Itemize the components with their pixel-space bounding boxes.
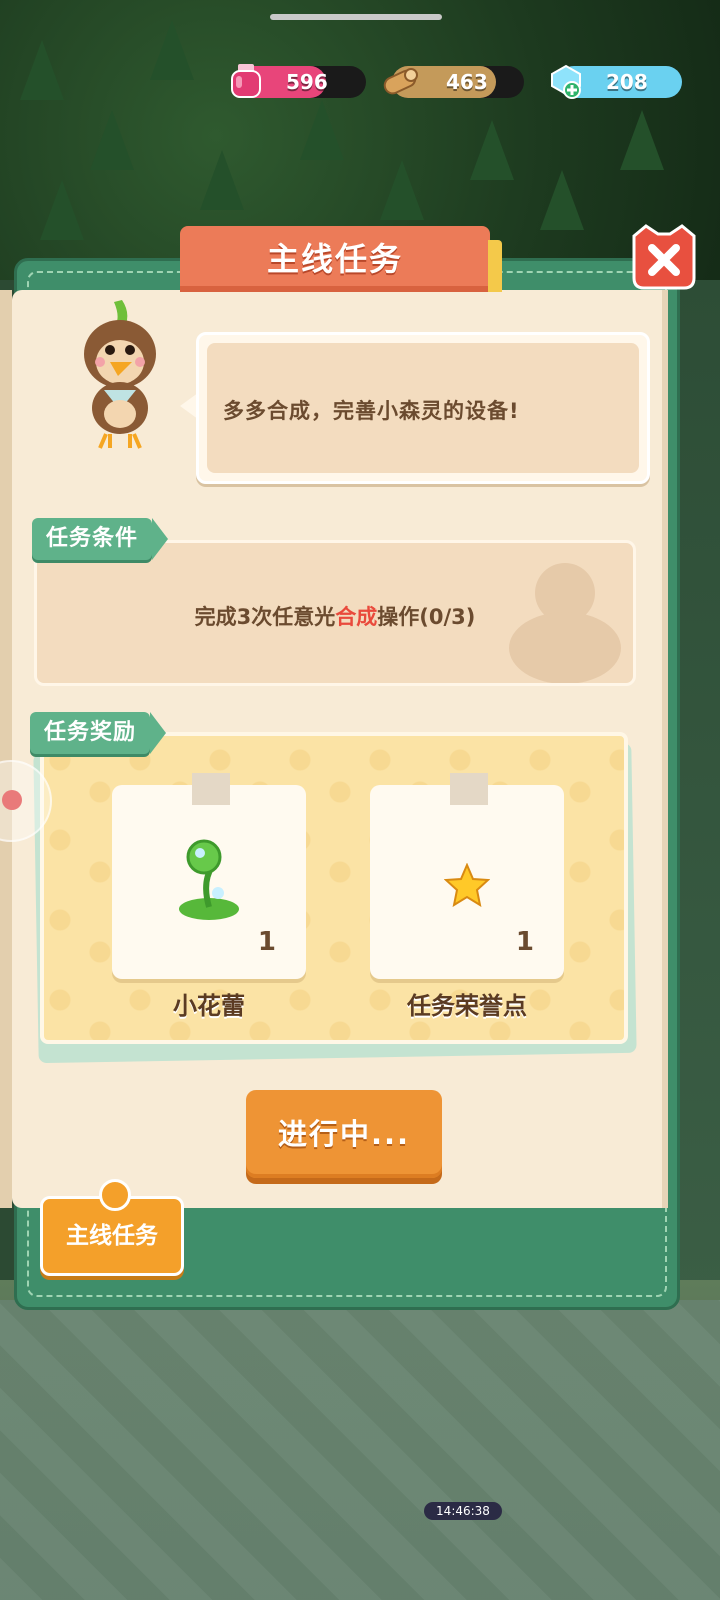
condition-box: 完成3次任意光合成操作(0/3) xyxy=(34,540,636,686)
close-button[interactable] xyxy=(628,222,700,294)
dialog-title: 主线任务 xyxy=(266,240,403,278)
bird-mascot-icon xyxy=(84,300,156,449)
reward-count: 1 xyxy=(515,927,534,957)
resource-potion[interactable]: 596 xyxy=(231,64,366,98)
speech-bubble: 多多合成，完善小森灵的设备! xyxy=(196,332,650,484)
plaza-area xyxy=(0,1300,720,1600)
potion-count: 596 xyxy=(286,70,328,94)
main-quest-tab[interactable]: 主线任务 xyxy=(40,1179,184,1276)
dialog-title-tab: 主线任务 xyxy=(180,226,502,292)
reward-card-flower-bud[interactable]: 1 xyxy=(112,773,306,979)
reward-card-honor-points[interactable]: 1 xyxy=(370,773,564,979)
resource-gem[interactable]: 208 xyxy=(551,64,682,99)
reward-name: 任务荣誉点 xyxy=(407,992,527,1020)
star-icon xyxy=(444,863,490,907)
gem-count: 208 xyxy=(606,70,648,94)
pink-potion-icon xyxy=(231,64,261,98)
condition-label: 任务条件 xyxy=(32,518,169,560)
wood-count: 463 xyxy=(446,70,488,94)
speech-text: 多多合成，完善小森灵的设备! xyxy=(223,399,520,423)
flower-bud-icon xyxy=(179,839,239,920)
reward-count: 1 xyxy=(257,927,276,957)
reward-name: 小花蕾 xyxy=(173,992,245,1020)
in-progress-button[interactable]: 进行中... xyxy=(246,1090,442,1178)
resource-wood[interactable]: 463 xyxy=(383,66,524,98)
condition-text: 完成3次任意光合成操作(0/3) xyxy=(194,605,476,629)
drag-handle[interactable] xyxy=(270,14,442,20)
timer-badge: 14:46:38 xyxy=(424,1502,502,1520)
condition-highlight: 合成 xyxy=(335,605,378,629)
book-spine xyxy=(0,290,12,1208)
wood-log-icon xyxy=(383,68,418,95)
reward-label: 任务奖励 xyxy=(30,712,167,754)
blue-gem-plus-icon xyxy=(551,64,581,99)
